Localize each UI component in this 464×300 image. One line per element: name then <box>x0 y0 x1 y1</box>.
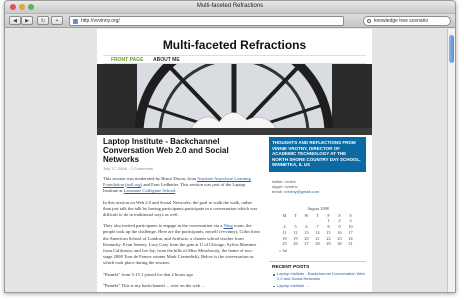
post-paragraph: This session was moderated by Bruce Dixo… <box>103 176 261 195</box>
page-viewport: Multi-faceted Refractions FRONT PAGE ABO… <box>5 29 449 292</box>
blog-page: Multi-faceted Refractions FRONT PAGE ABO… <box>97 29 372 292</box>
link-lausanne[interactable]: Lausanne Collegiate School <box>124 188 176 193</box>
window-title: Multi-faceted Refractions <box>196 3 264 9</box>
email-line: email: vvrotny@gmail.com <box>272 189 366 194</box>
post-title[interactable]: Laptop Institute - Backchannel Conversat… <box>103 137 261 164</box>
search-text: knowledge tree scenario <box>374 18 429 24</box>
nav-about-me[interactable]: ABOUT ME <box>153 57 180 63</box>
recent-posts: RECENT POSTS Laptop Institute - Backchan… <box>269 261 366 288</box>
calendar-day: 27 <box>304 241 309 247</box>
paragraph-text: They also invited participants to engage… <box>103 223 224 229</box>
add-bookmark-button[interactable]: + <box>51 16 63 25</box>
nav-front-page[interactable]: FRONT PAGE <box>111 57 143 63</box>
address-text: http://vvvinny.org/ <box>81 18 120 24</box>
favicon-icon <box>73 19 78 24</box>
calendar-day: 31 <box>348 241 353 247</box>
scrollbar-thumb[interactable] <box>449 35 454 63</box>
post-content: Laptop Institute - Backchannel Conversat… <box>103 137 261 289</box>
post-paragraph: In this session on Web 2.0 and Social Ne… <box>103 199 258 218</box>
post-meta[interactable]: July 17, 2008 · 2 Comments <box>103 166 261 171</box>
vertical-scrollbar[interactable] <box>447 29 455 292</box>
recent-posts-heading: RECENT POSTS <box>272 265 310 271</box>
email-link[interactable]: vvrotny@gmail.com <box>284 189 319 194</box>
browser-window: Multi-faceted Refractions ◀ ▶ ↻ + http:/… <box>4 0 456 293</box>
calendar-title: August 2008 <box>307 205 329 211</box>
site-nav: FRONT PAGE ABOUT ME <box>103 55 366 64</box>
link-ning[interactable]: Ning <box>224 223 233 228</box>
sidebar: THOUGHTS AND REFLECTIONS FROM VINNIE VRO… <box>269 137 366 289</box>
calendar-prev-link[interactable]: « Jul <box>279 248 357 253</box>
calendar: August 2008 M T W T F S S 1 2 3 4 5 6 7 8 9 10 11 12 13 14 15… <box>279 206 357 254</box>
search-field[interactable]: knowledge tree scenario <box>363 16 451 26</box>
calendar-day: 29 <box>326 241 331 247</box>
post-paragraph: "Pamela" from 5:15:1 joined for that 2 h… <box>103 271 193 277</box>
calendar-day: 26 <box>293 241 298 247</box>
forward-button[interactable]: ▶ <box>21 16 33 25</box>
browser-toolbar: ◀ ▶ ↻ + http://vvvinny.org/ knowledge tr… <box>5 14 455 28</box>
paragraph-text: This session was moderated by Bruce Dixo… <box>103 176 198 181</box>
paragraph-text: . <box>175 188 177 194</box>
calendar-week-row: 25 26 27 28 29 30 31 <box>279 241 357 247</box>
address-bar[interactable]: http://vvvinny.org/ <box>69 16 344 26</box>
calendar-day: 30 <box>337 241 342 247</box>
recent-post-link[interactable]: Laptop Institute - Backchannel Conversat… <box>269 271 366 282</box>
about-blurb: THOUGHTS AND REFLECTIONS FROM VINNIE VRO… <box>269 137 366 172</box>
post-paragraph: They also invited participants to engage… <box>103 223 261 266</box>
header-image <box>97 64 372 135</box>
contact-info: twitter: vrotnv skype: vvrotnv email: vv… <box>269 179 366 194</box>
search-icon <box>367 19 371 23</box>
post-paragraph: "Pamela" This is my backchannel ... over… <box>103 282 205 288</box>
back-button[interactable]: ◀ <box>9 16 21 25</box>
site-title[interactable]: Multi-faceted Refractions <box>97 38 372 52</box>
reload-button[interactable]: ↻ <box>37 16 49 25</box>
calendar-grid: M T W T F S S 1 2 3 4 5 6 7 8 9 10 11 12 13 14 15 16 17 18 19 20 21… <box>279 213 357 248</box>
link-aalf-org[interactable]: aalf.org <box>127 182 141 187</box>
calendar-day: 25 <box>282 241 287 247</box>
paragraph-text: room, the people took up the challenge. … <box>103 223 260 266</box>
recent-post-link[interactable]: Laptop Institute ... <box>269 283 366 289</box>
title-bar: Multi-faceted Refractions <box>5 1 455 14</box>
calendar-day: 28 <box>315 241 320 247</box>
email-label: email: <box>272 188 284 194</box>
